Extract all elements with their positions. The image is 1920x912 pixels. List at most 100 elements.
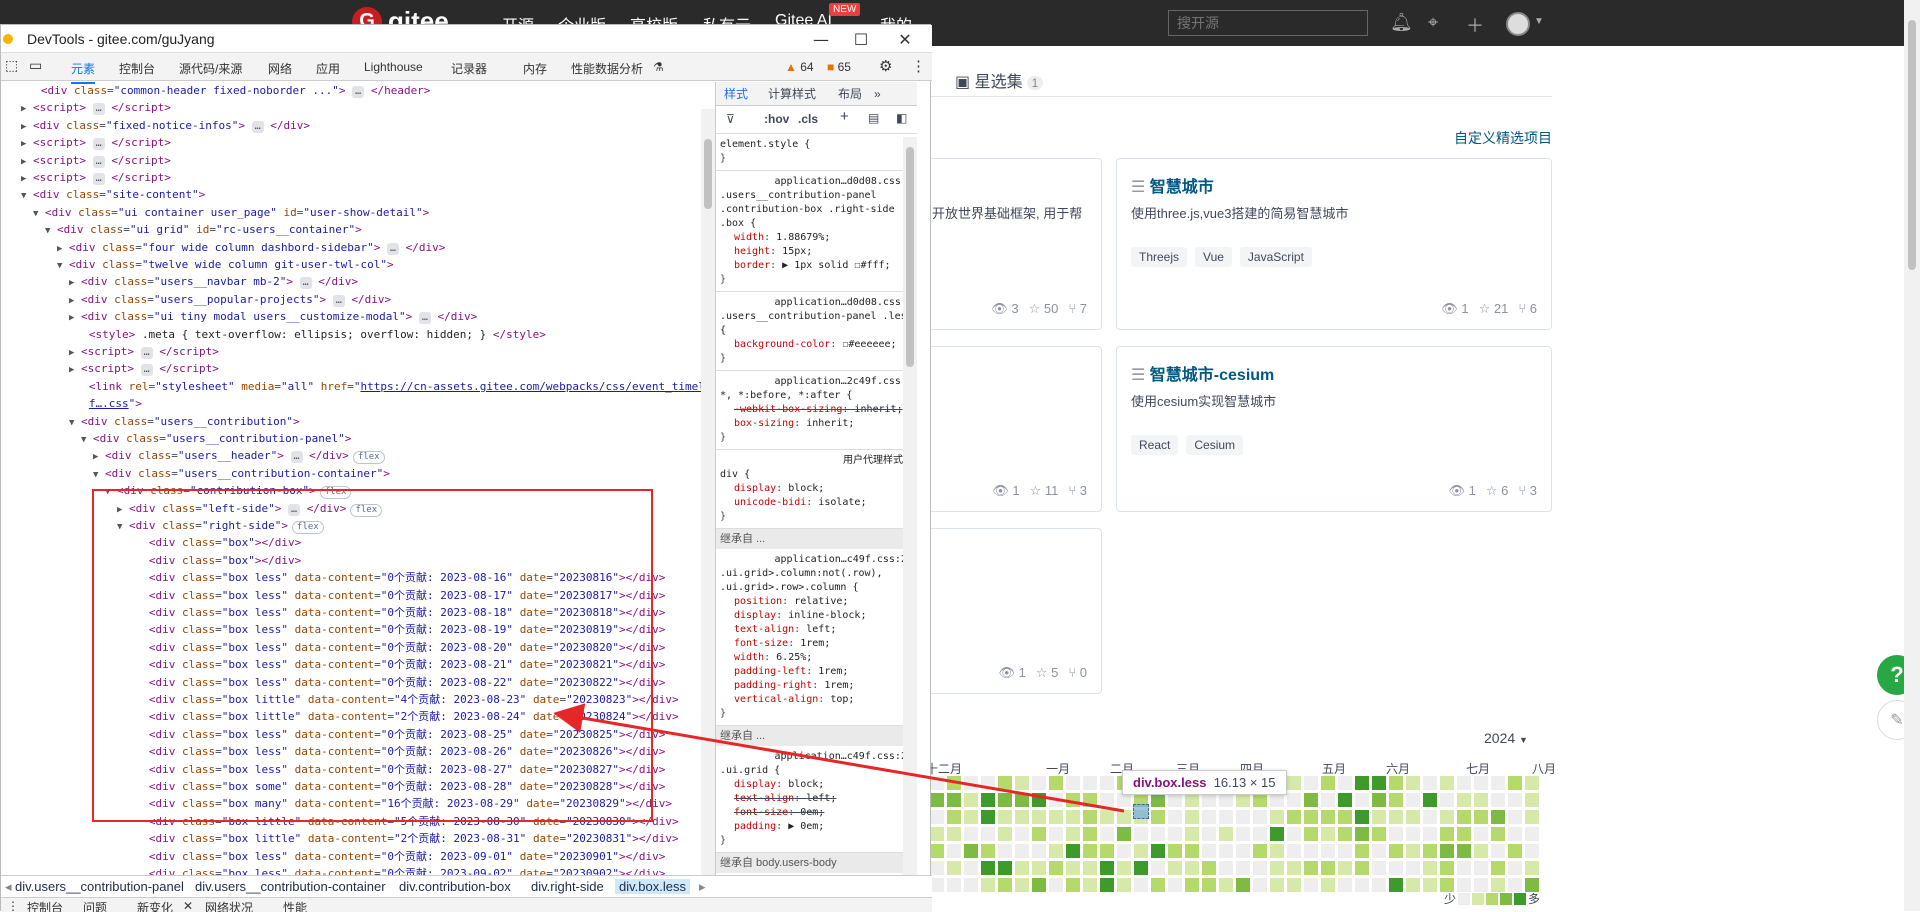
contribution-cell[interactable]: [998, 810, 1012, 824]
contribution-cell[interactable]: [1151, 793, 1165, 807]
project-card[interactable]: 👁︎ 1 ☆ 5 ⑂ 0: [930, 528, 1102, 694]
contribution-cell[interactable]: [1151, 861, 1165, 875]
contribution-cell[interactable]: [1134, 827, 1148, 841]
device-toggle-icon[interactable]: ▭: [29, 57, 42, 74]
style-rule[interactable]: 用户代理样式表 div {display: block; unicode-bidi:…: [716, 450, 917, 529]
contribution-cell[interactable]: [1338, 827, 1352, 841]
warning-icon[interactable]: ▲ 64: [785, 60, 814, 74]
contribution-cell[interactable]: [1389, 810, 1403, 824]
add-rule-icon[interactable]: +: [840, 109, 849, 124]
contribution-cell[interactable]: [1083, 844, 1097, 858]
contribution-cell[interactable]: [1525, 793, 1539, 807]
style-rule[interactable]: application…d0d08.css:1 .users__contribut…: [716, 292, 917, 371]
contribution-cell[interactable]: [1423, 878, 1437, 892]
contribution-cell[interactable]: [1355, 878, 1369, 892]
contribution-cell[interactable]: [1015, 793, 1029, 807]
contribution-cell[interactable]: [1117, 861, 1131, 875]
expand-arrow-icon[interactable]: ▼: [105, 487, 110, 497]
rule-selector[interactable]: .ui.grid {: [720, 764, 913, 778]
style-property[interactable]: border: ▶ 1px solid ☐#fff;: [720, 259, 913, 273]
contribution-cell[interactable]: [1406, 878, 1420, 892]
contribution-cell[interactable]: [1474, 776, 1488, 790]
contribution-cell[interactable]: [1491, 793, 1505, 807]
contribution-cell[interactable]: [1117, 827, 1131, 841]
contribution-cell[interactable]: [1525, 861, 1539, 875]
contribution-cell[interactable]: [1083, 827, 1097, 841]
minimize-icon[interactable]: —: [801, 27, 841, 51]
style-property[interactable]: -webkit-box-sizing: inherit;: [720, 403, 913, 417]
contribution-cell[interactable]: [998, 844, 1012, 858]
elements-tree[interactable]: <div class="common-header fixed-noborder…: [1, 82, 715, 875]
contribution-cell[interactable]: [1406, 810, 1420, 824]
breadcrumb-item-current[interactable]: div.box.less: [615, 879, 690, 894]
contribution-cell[interactable]: [1236, 793, 1250, 807]
style-rule[interactable]: application…d0d08.css:1 .users__contribut…: [716, 171, 917, 292]
plus-icon[interactable]: ＋: [1466, 12, 1484, 38]
contribution-cell[interactable]: [1270, 844, 1284, 858]
dom-node-line[interactable]: <div class="box less" data-content="0个贡献…: [129, 639, 666, 656]
contribution-cell[interactable]: [1304, 861, 1318, 875]
tag[interactable]: Vue: [1195, 247, 1232, 267]
contribution-cell[interactable]: [1185, 844, 1199, 858]
contribution-cell[interactable]: [947, 793, 961, 807]
contribution-cell[interactable]: [1423, 793, 1437, 807]
contribution-cell[interactable]: [1440, 810, 1454, 824]
contribution-cell[interactable]: [1151, 827, 1165, 841]
contribution-cell[interactable]: [1185, 861, 1199, 875]
contribution-cell[interactable]: [1355, 861, 1369, 875]
contribution-cell[interactable]: [1066, 827, 1080, 841]
contribution-cell[interactable]: [1440, 827, 1454, 841]
contribution-cell[interactable]: [1253, 827, 1267, 841]
dom-node-line[interactable]: <div class="box little" data-content="4个…: [129, 691, 679, 708]
tab-elements[interactable]: 元素: [71, 60, 96, 84]
contribution-cell[interactable]: [1423, 827, 1437, 841]
rule-selector[interactable]: div {: [720, 468, 913, 482]
tab-console[interactable]: 控制台: [119, 60, 155, 77]
dom-node-line[interactable]: <div class="box"></div>: [129, 534, 301, 551]
bell-icon[interactable]: 🔔︎: [1390, 12, 1413, 33]
contribution-cell[interactable]: [1202, 861, 1216, 875]
contribution-cell[interactable]: [1491, 827, 1505, 841]
contribution-cell[interactable]: [930, 793, 944, 807]
breadcrumb-right-icon[interactable]: ▸: [699, 879, 706, 895]
contribution-cell[interactable]: [964, 844, 978, 858]
contribution-cell[interactable]: [1032, 844, 1046, 858]
contribution-cell[interactable]: [1372, 878, 1386, 892]
expand-arrow-icon[interactable]: ▼: [93, 470, 98, 480]
contribution-cell[interactable]: [981, 878, 995, 892]
filter-icon[interactable]: ⊽: [726, 112, 735, 126]
contribution-cell[interactable]: [1083, 776, 1097, 790]
tag[interactable]: JavaScript: [1239, 247, 1312, 267]
contribution-cell[interactable]: [1202, 827, 1216, 841]
contribution-cell[interactable]: [1236, 844, 1250, 858]
tab-computed[interactable]: 计算样式: [768, 87, 816, 101]
expand-arrow-icon[interactable]: ▶: [21, 139, 26, 149]
contribution-cell[interactable]: [1355, 844, 1369, 858]
contribution-cell[interactable]: [1440, 793, 1454, 807]
rule-source-link[interactable]: application…c49f.css:25: [720, 553, 913, 567]
expand-arrow-icon[interactable]: ▼: [69, 418, 74, 428]
tab-lighthouse[interactable]: Lighthouse: [364, 60, 423, 74]
contribution-cell[interactable]: [1066, 793, 1080, 807]
style-property[interactable]: unicode-bidi: isolate;: [720, 496, 913, 510]
contribution-cell[interactable]: [1151, 844, 1165, 858]
contribution-cell[interactable]: [1032, 861, 1046, 875]
contribution-cell[interactable]: [1185, 810, 1199, 824]
contribution-cell[interactable]: [1185, 827, 1199, 841]
contribution-cell[interactable]: [1491, 844, 1505, 858]
contribution-cell[interactable]: [1083, 810, 1097, 824]
style-property[interactable]: font-size: 0em;: [720, 806, 913, 820]
elements-scrollbar-thumb[interactable]: [704, 139, 712, 209]
contribution-cell[interactable]: [1406, 793, 1420, 807]
contribution-cell[interactable]: [1338, 776, 1352, 790]
contribution-cell[interactable]: [1236, 810, 1250, 824]
contribution-cell[interactable]: [1015, 861, 1029, 875]
contribution-cell[interactable]: [981, 776, 995, 790]
expand-arrow-icon[interactable]: ▼: [117, 522, 122, 532]
breadcrumb-item[interactable]: div.users__contribution-panel: [15, 879, 184, 894]
project-card[interactable]: 👁︎ 1 ☆ 11 ⑂ 3: [930, 346, 1102, 512]
contribution-cell[interactable]: [1236, 878, 1250, 892]
paint-icon[interactable]: ▤: [868, 111, 879, 125]
contribution-cell[interactable]: [1117, 793, 1131, 807]
contribution-cell[interactable]: [1525, 844, 1539, 858]
